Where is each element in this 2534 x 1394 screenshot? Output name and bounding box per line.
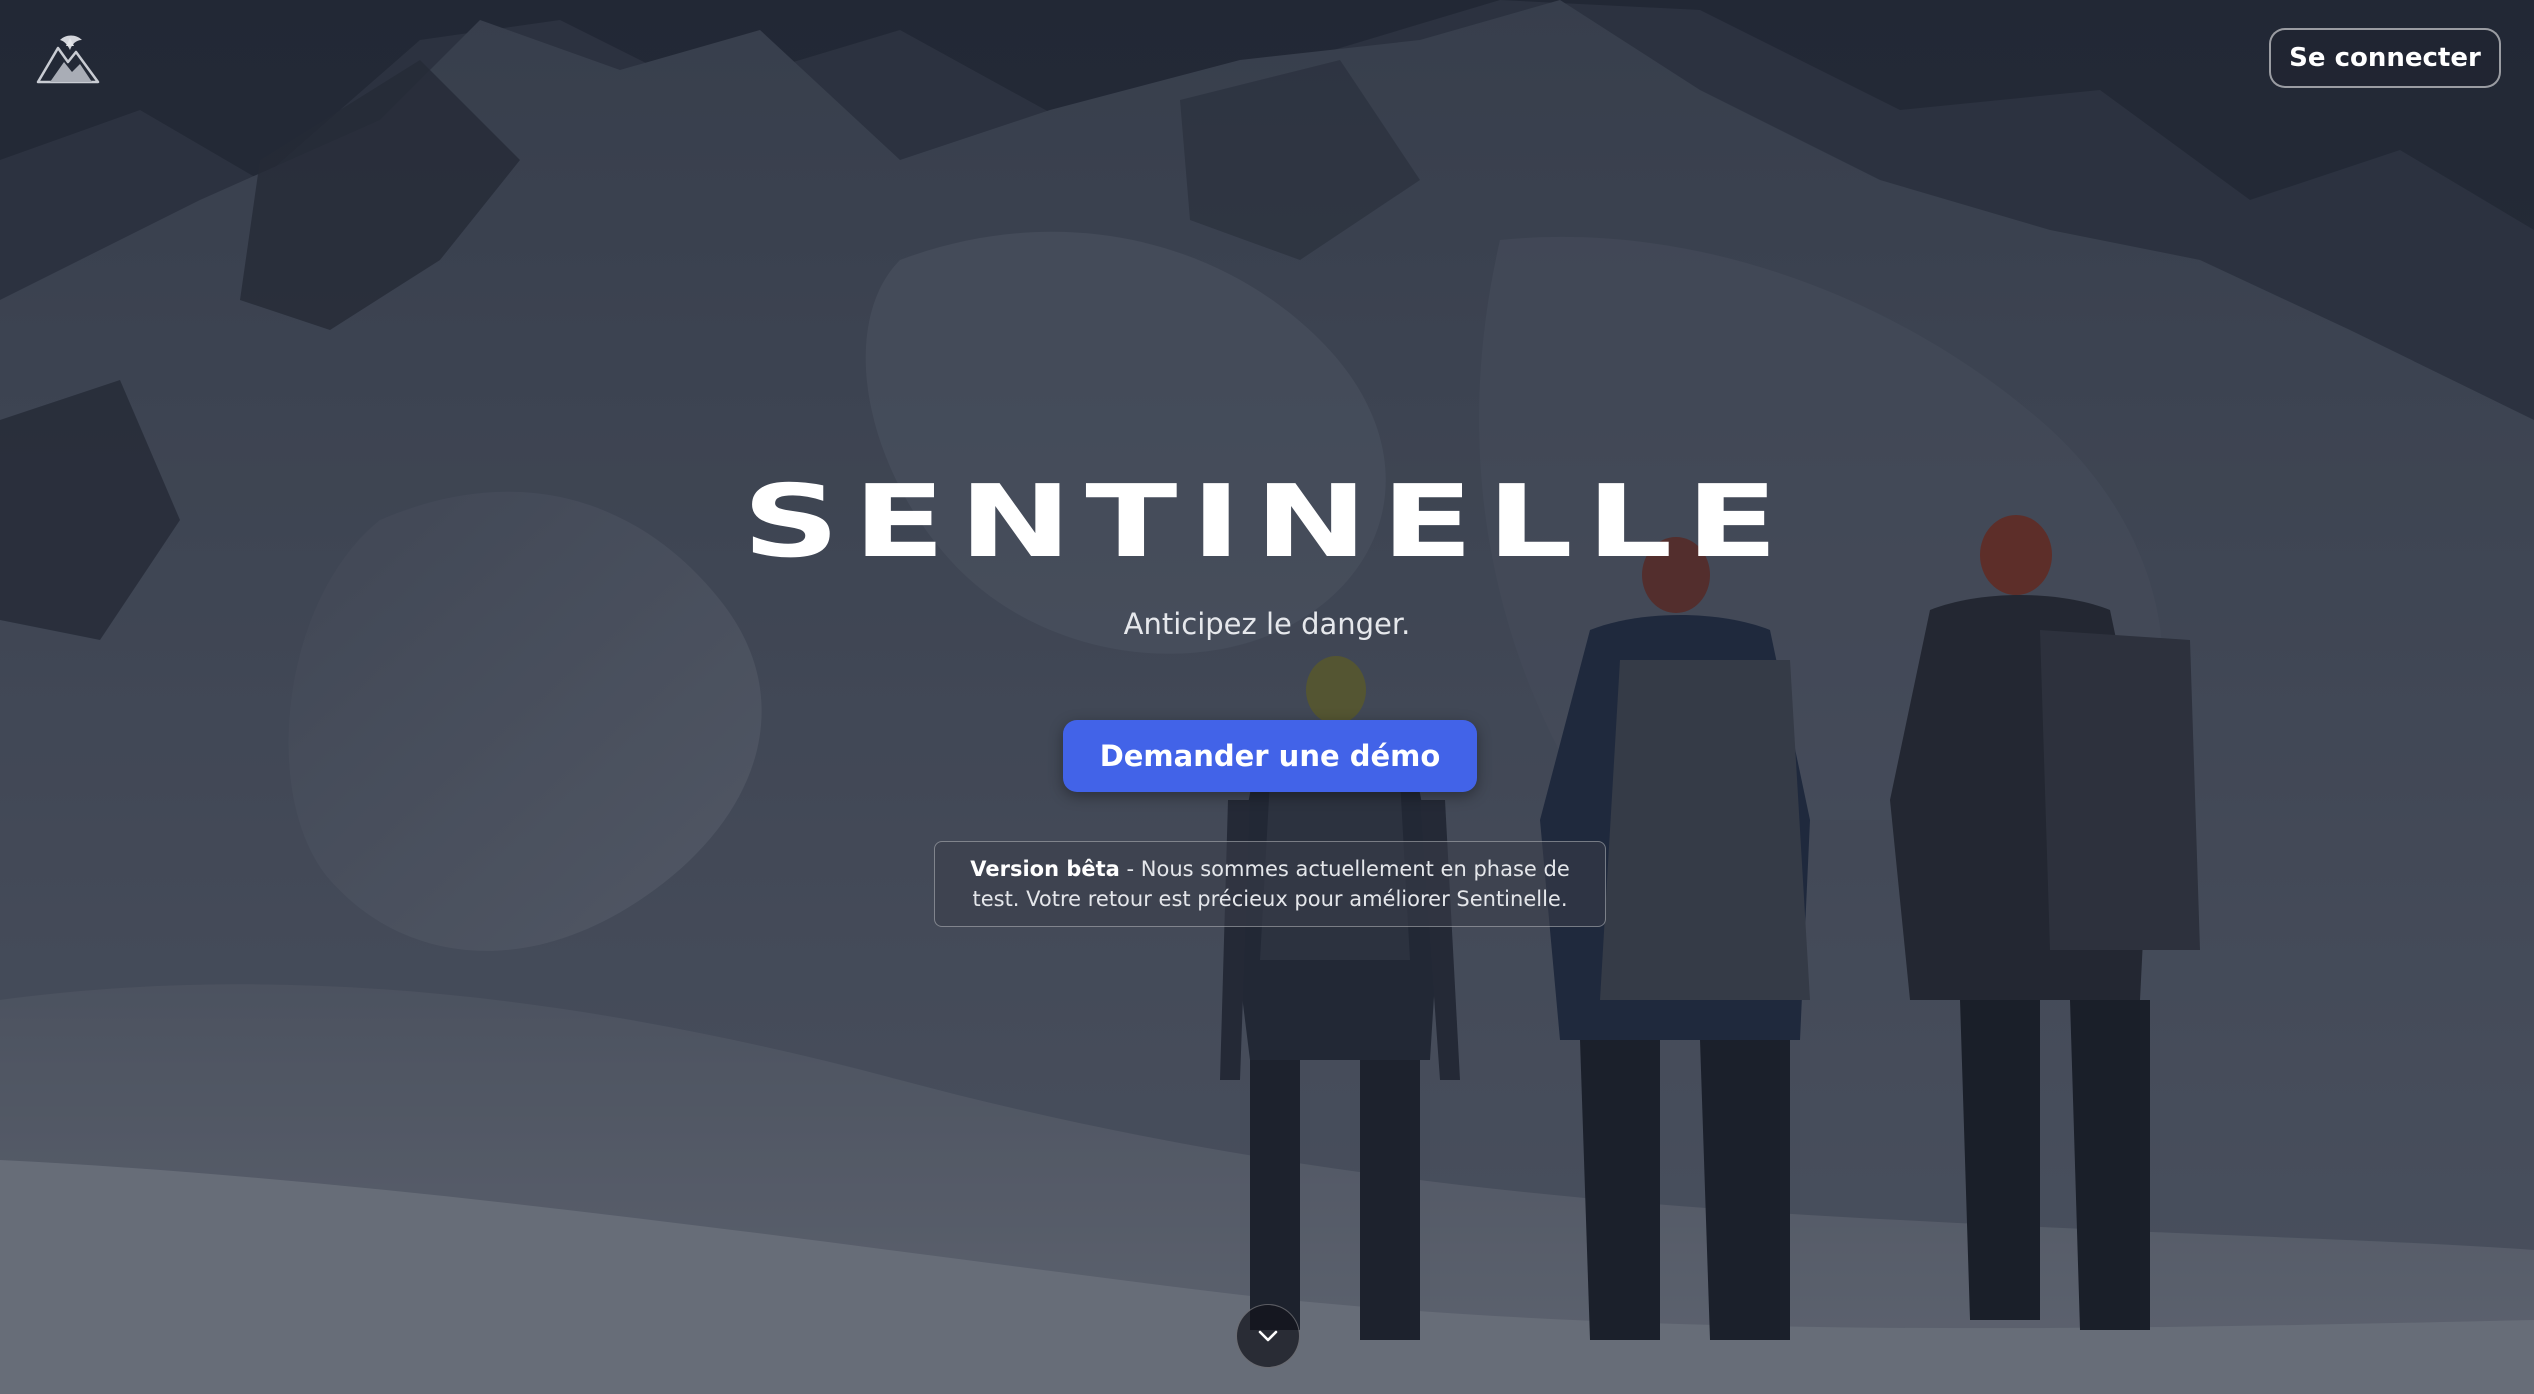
hero-dark-overlay bbox=[0, 0, 2534, 1394]
page-title: SENTINELLE bbox=[742, 463, 1792, 580]
beta-notice-title: Version bêta bbox=[970, 857, 1120, 881]
landing-page: Se connecter SENTINELLE Anticipez le dan… bbox=[0, 0, 2534, 1394]
scroll-down-button[interactable] bbox=[1236, 1304, 1300, 1368]
request-demo-button[interactable]: Demander une démo bbox=[1063, 720, 1477, 792]
mountain-eagle-logo-icon[interactable] bbox=[36, 32, 100, 84]
beta-notice: Version bêta - Nous sommes actuellement … bbox=[934, 841, 1606, 927]
login-button[interactable]: Se connecter bbox=[2269, 28, 2501, 88]
chevron-down-icon bbox=[1258, 1330, 1278, 1342]
hero-subtitle: Anticipez le danger. bbox=[1123, 607, 1411, 641]
